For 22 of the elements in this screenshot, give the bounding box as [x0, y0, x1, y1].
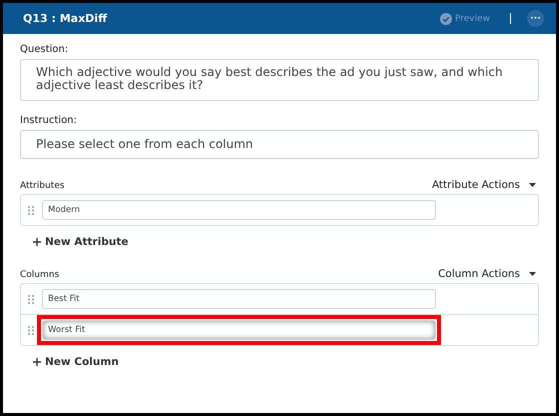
question-field[interactable]: Which adjective would you say best describes the ad you just saw, and which adjective least describes it? [20, 59, 539, 101]
add-button[interactable]: New Column [33, 356, 119, 368]
actions-dropdown[interactable]: Attribute Actions [432, 179, 539, 191]
drag-handle-icon[interactable] [28, 326, 34, 334]
actions-dropdown[interactable]: Column Actions [438, 268, 539, 280]
field-label: Question: [20, 44, 70, 55]
section-label: Attributes [20, 181, 64, 191]
check-circle-icon [440, 12, 452, 24]
add-button[interactable]: New Attribute [33, 236, 128, 248]
instruction-field[interactable]: Please select one from each column [20, 130, 539, 159]
plus-icon [33, 358, 41, 366]
caret-icon [529, 183, 536, 187]
item-field[interactable]: Best Fit [42, 289, 436, 309]
field-label: Instruction: [20, 115, 78, 126]
drag-handle-icon[interactable] [28, 294, 34, 304]
plus-icon [33, 238, 41, 246]
item-field[interactable]: Worst Fit [42, 320, 436, 340]
drag-handle-icon[interactable] [28, 206, 34, 214]
section-label: Columns [20, 270, 60, 280]
caret-icon [529, 272, 536, 276]
question-title: Q13 : MaxDiff [23, 12, 107, 25]
item-field[interactable]: Modern [42, 200, 436, 220]
